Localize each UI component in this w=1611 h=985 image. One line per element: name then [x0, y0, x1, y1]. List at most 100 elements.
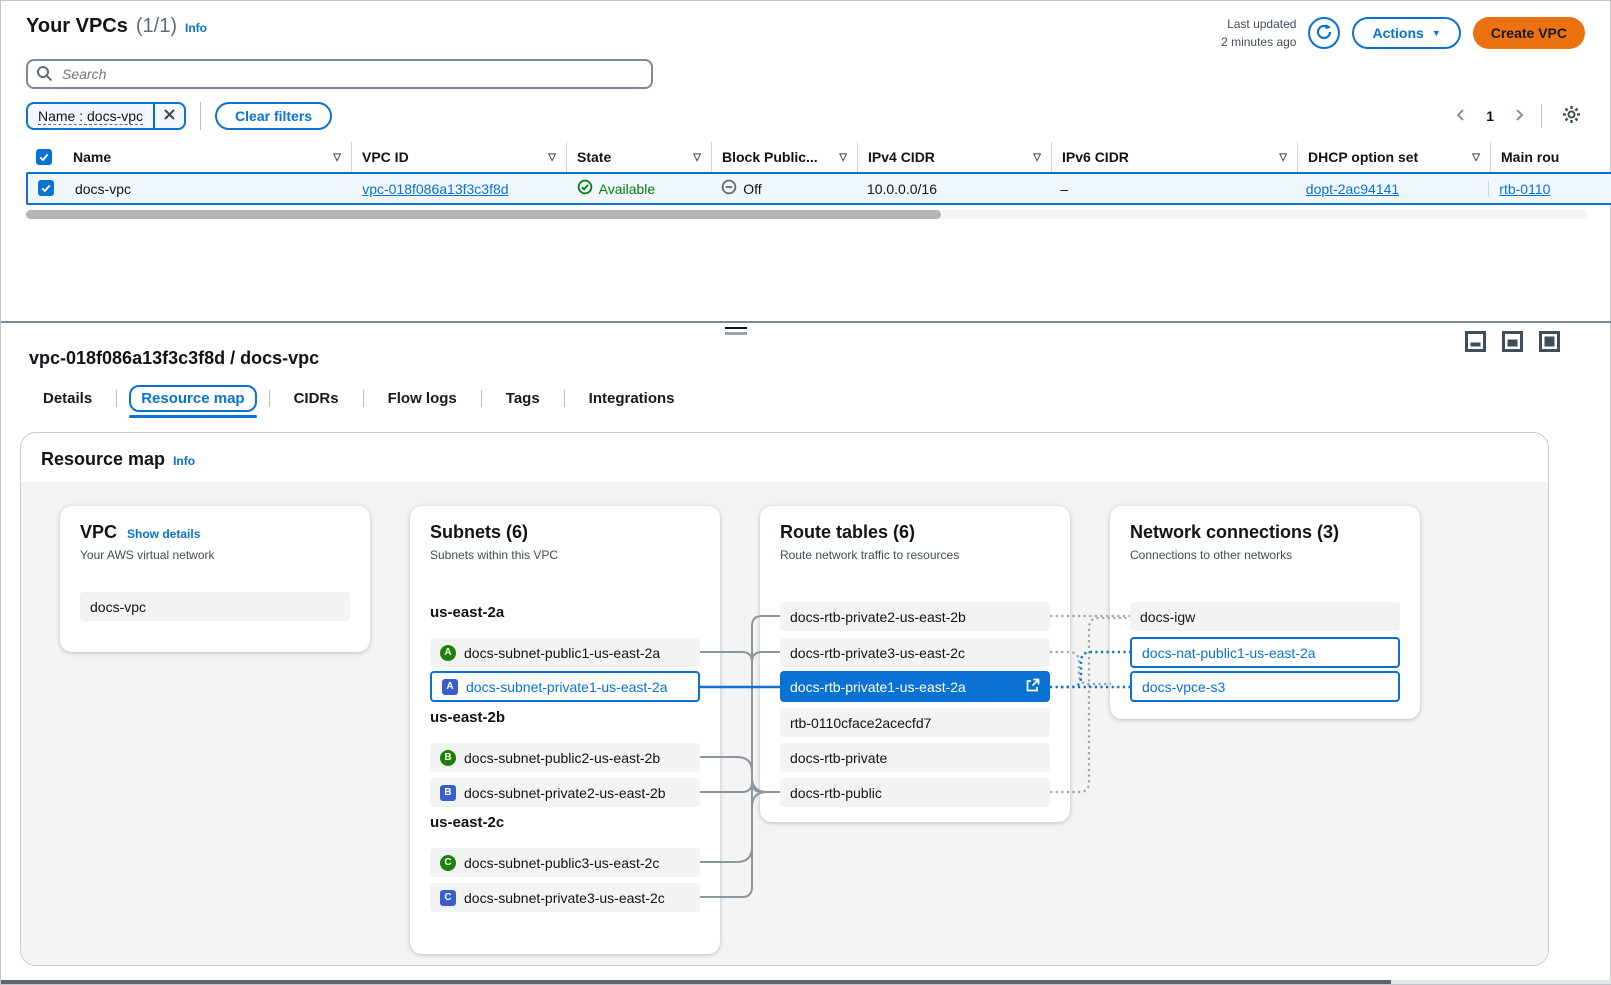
route-table-item[interactable]: docs-rtb-private [780, 743, 1050, 772]
column-header-dhcp[interactable]: DHCP option set▽ [1297, 142, 1490, 172]
table-header-row: Name▽ VPC ID▽ State▽ Block Public...▽ IP… [26, 142, 1611, 172]
resource-map-card: Resource map Info VPC Show details Your … [20, 432, 1549, 966]
table-row[interactable]: docs-vpc vpc-018f086a13f3c3f8d Available [26, 172, 1611, 205]
subnet-item[interactable]: C docs-subnet-public3-us-east-2c [430, 848, 700, 877]
scrollbar-thumb[interactable] [26, 210, 941, 219]
route-tables-card-title: Route tables (6) [780, 522, 1050, 543]
route-table-item[interactable]: docs-rtb-private2-us-east-2b [780, 602, 1050, 631]
vpc-list-panel: Your VPCs (1/1) Info Last updated 2 minu… [1, 1, 1610, 321]
cell-name: docs-vpc [65, 181, 352, 197]
next-page-button[interactable] [1508, 106, 1531, 127]
private-subnet-badge: A [442, 679, 458, 695]
vpc-table: Name▽ VPC ID▽ State▽ Block Public...▽ IP… [26, 142, 1611, 219]
filter-triangle-icon[interactable]: ▽ [333, 152, 341, 163]
vpc-map-item[interactable]: docs-vpc [80, 592, 350, 621]
route-table-item-selected[interactable]: docs-rtb-private1-us-east-2a [780, 671, 1050, 702]
check-circle-icon [577, 179, 593, 198]
previous-page-button[interactable] [1449, 106, 1472, 127]
tab-cidrs[interactable]: CIDRs [280, 385, 353, 418]
column-header-ipv4[interactable]: IPv4 CIDR▽ [857, 142, 1051, 172]
network-card-title: Network connections (3) [1130, 522, 1400, 543]
route-tables-card-subtitle: Route network traffic to resources [780, 548, 1050, 562]
route-table-item[interactable]: docs-rtb-private3-us-east-2c [780, 638, 1050, 667]
network-connection-item[interactable]: docs-igw [1130, 602, 1400, 631]
tab-tags[interactable]: Tags [492, 385, 554, 418]
vpc-card-subtitle: Your AWS virtual network [80, 548, 350, 562]
route-table-item[interactable]: docs-rtb-public [780, 778, 1050, 807]
external-link-icon[interactable] [1025, 678, 1040, 696]
filter-triangle-icon[interactable]: ▽ [693, 152, 701, 163]
column-header-ipv6[interactable]: IPv6 CIDR▽ [1051, 142, 1297, 172]
subnet-item[interactable]: B docs-subnet-public2-us-east-2b [430, 743, 700, 772]
refresh-button[interactable] [1308, 17, 1340, 49]
row-checkbox[interactable] [38, 180, 54, 196]
network-connection-item-highlighted[interactable]: docs-nat-public1-us-east-2a [1130, 637, 1400, 668]
vpc-node-card: VPC Show details Your AWS virtual networ… [60, 506, 370, 652]
info-link[interactable]: Info [185, 21, 207, 35]
main-route-table-link[interactable]: rtb-0110 [1499, 181, 1550, 197]
filter-chip-remove-button[interactable] [153, 104, 184, 128]
filter-triangle-icon[interactable]: ▽ [1033, 152, 1041, 163]
az-label: us-east-2c [430, 814, 504, 831]
panel-size-small-button[interactable] [1465, 331, 1486, 355]
az-label: us-east-2a [430, 604, 504, 621]
column-header-block-public[interactable]: Block Public...▽ [711, 142, 857, 172]
network-connection-item-highlighted[interactable]: docs-vpce-s3 [1130, 671, 1400, 702]
create-vpc-button[interactable]: Create VPC [1473, 17, 1585, 49]
filter-triangle-icon[interactable]: ▽ [1472, 152, 1480, 163]
route-tables-node-card: Route tables (6) Route network traffic t… [760, 506, 1070, 822]
page-count: (1/1) [136, 15, 177, 38]
cell-ipv4-cidr: 10.0.0.0/16 [857, 181, 1051, 197]
caret-down-icon: ▼ [1432, 28, 1441, 38]
subnet-item[interactable]: C docs-subnet-private3-us-east-2c [430, 883, 700, 912]
column-header-main-route[interactable]: Main rou [1490, 142, 1611, 172]
state-value: Available [599, 181, 656, 197]
tab-flow-logs[interactable]: Flow logs [374, 385, 471, 418]
refresh-icon [1315, 23, 1333, 44]
resource-map-info-link[interactable]: Info [173, 454, 195, 468]
select-all-checkbox[interactable] [36, 149, 52, 165]
panel-size-full-button[interactable] [1539, 331, 1560, 355]
vpc-id-link[interactable]: vpc-018f086a13f3c3f8d [362, 181, 508, 197]
table-settings-button[interactable] [1558, 103, 1585, 129]
column-header-vpc-id[interactable]: VPC ID▽ [351, 142, 566, 172]
route-table-item[interactable]: rtb-0110cface2acecfd7 [780, 708, 1050, 737]
public-subnet-badge: A [440, 645, 456, 661]
subnet-item-selected-association[interactable]: A docs-subnet-private1-us-east-2a [430, 671, 700, 702]
page-horizontal-scrollbar[interactable] [1, 980, 1611, 984]
table-horizontal-scrollbar[interactable] [26, 210, 1587, 219]
tab-resource-map[interactable]: Resource map [127, 385, 258, 418]
cell-ipv6-cidr: – [1050, 181, 1295, 197]
vpc-detail-panel: vpc-018f086a13f3c3f8d / docs-vpc Details… [1, 323, 1611, 983]
private-subnet-badge: B [440, 785, 456, 801]
column-header-state[interactable]: State▽ [566, 142, 711, 172]
subnet-item[interactable]: A docs-subnet-public1-us-east-2a [430, 638, 700, 667]
subnets-node-card: Subnets (6) Subnets within this VPC us-e… [410, 506, 720, 954]
subnet-item[interactable]: B docs-subnet-private2-us-east-2b [430, 778, 700, 807]
clear-filters-button[interactable]: Clear filters [215, 102, 332, 130]
scrollbar-thumb[interactable] [1, 980, 1391, 984]
block-public-access-value: Off [743, 181, 761, 197]
panel-size-half-button[interactable] [1502, 331, 1523, 355]
tab-integrations[interactable]: Integrations [575, 385, 689, 418]
tab-details[interactable]: Details [29, 385, 106, 418]
filter-chip[interactable]: Name : docs-vpc [26, 102, 186, 130]
show-details-link[interactable]: Show details [127, 527, 200, 541]
detail-title: vpc-018f086a13f3c3f8d / docs-vpc [29, 348, 1593, 369]
filter-triangle-icon[interactable]: ▽ [839, 152, 847, 163]
dhcp-option-set-link[interactable]: dopt-2ac94141 [1306, 181, 1399, 197]
actions-button[interactable]: Actions ▼ [1352, 17, 1460, 49]
network-card-subtitle: Connections to other networks [1130, 548, 1400, 562]
filter-triangle-icon[interactable]: ▽ [548, 152, 556, 163]
gear-icon [1562, 112, 1581, 127]
divider [200, 102, 201, 130]
private-subnet-badge: C [440, 890, 456, 906]
vpc-card-title: VPC [80, 522, 117, 543]
column-header-name[interactable]: Name▽ [63, 142, 351, 172]
detail-tabs: Details Resource map CIDRs Flow logs Tag… [29, 385, 1593, 418]
close-icon [163, 108, 176, 124]
search-input[interactable] [26, 59, 653, 89]
filter-triangle-icon[interactable]: ▽ [1279, 152, 1287, 163]
network-connections-node-card: Network connections (3) Connections to o… [1110, 506, 1420, 719]
page-number: 1 [1482, 108, 1498, 124]
